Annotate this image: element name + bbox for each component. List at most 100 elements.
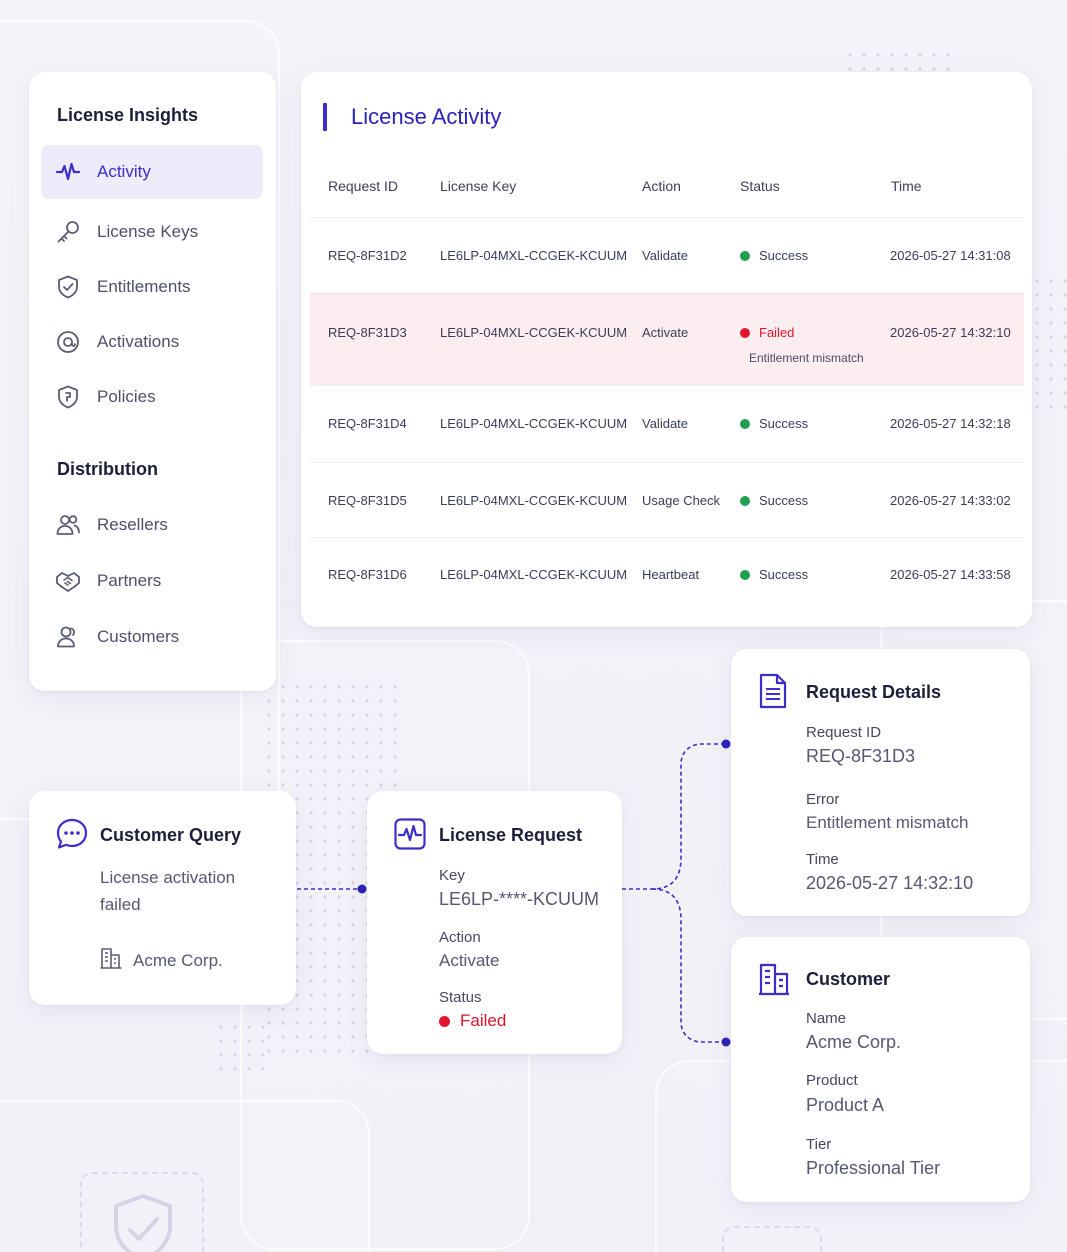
chat-bubble-icon <box>55 817 89 851</box>
key-label: Key <box>439 867 465 884</box>
timestamp: 2026-05-27 14:33:02 <box>890 493 1011 508</box>
license-request-card[interactable]: License Request Key LE6LP-****-KCUUM Act… <box>367 791 622 1054</box>
tier-label: Tier <box>806 1136 832 1153</box>
status-badge: Success <box>740 567 808 582</box>
status-dot <box>740 328 750 338</box>
query-message: License activation <box>100 868 236 887</box>
status-badge: Success <box>740 493 808 508</box>
sidebar-item-entitlements[interactable]: Entitlements <box>41 260 263 314</box>
sidebar-item-label: Entitlements <box>97 277 191 296</box>
license-key: LE6LP-04MXL-CCGEK-KCUUM <box>440 416 628 431</box>
status-label: Status <box>439 989 482 1006</box>
column-header-request-id[interactable]: Request ID <box>328 178 398 194</box>
sidebar-item-label: Partners <box>97 571 162 590</box>
timestamp: 2026-05-27 14:32:18 <box>890 416 1011 431</box>
request-details-card[interactable]: Request Details Request ID REQ-8F31D3 Er… <box>731 649 1030 916</box>
timestamp: 2026-05-27 14:33:58 <box>890 567 1011 582</box>
status-badge: Failed <box>740 325 794 340</box>
license-activity-panel: License Activity Request ID License Key … <box>301 72 1032 627</box>
activity-pulse-icon <box>55 159 81 185</box>
building-icon <box>758 962 790 996</box>
handshake-icon <box>55 568 81 594</box>
action: Validate <box>642 248 689 263</box>
card-title: Customer <box>806 969 891 989</box>
request-id: REQ-8F31D2 <box>328 248 407 263</box>
license-key: LE6LP-04MXL-CCGEK-KCUUM <box>440 325 628 340</box>
timestamp: 2026-05-27 14:32:10 <box>890 325 1011 340</box>
sidebar: License Insights Activity License Keys E… <box>29 72 276 691</box>
sidebar-item-label: Policies <box>97 387 156 406</box>
panel-title: License Activity <box>351 104 502 129</box>
column-header-license-key[interactable]: License Key <box>440 178 516 194</box>
sidebar-item-label: Activity <box>97 162 151 181</box>
sidebar-section-distribution: Distribution <box>57 459 158 479</box>
status-badge: Failed <box>439 1011 506 1031</box>
action: Validate <box>642 416 689 431</box>
column-header-action[interactable]: Action <box>642 178 681 194</box>
sidebar-item-license-keys[interactable]: License Keys <box>41 205 263 259</box>
sidebar-item-label: Customers <box>97 627 180 646</box>
request-id-value: REQ-8F31D3 <box>806 746 916 766</box>
name-label: Name <box>806 1010 847 1027</box>
company-name: Acme Corp. <box>133 951 223 970</box>
license-key: LE6LP-04MXL-CCGEK-KCUUM <box>440 567 628 582</box>
status-badge: Success <box>740 248 808 263</box>
product-label: Product <box>806 1072 858 1089</box>
request-id: REQ-8F31D6 <box>328 567 407 582</box>
card-title: Customer Query <box>100 825 242 845</box>
shield-check-icon <box>55 274 81 300</box>
title-accent-bar <box>323 103 327 131</box>
sidebar-item-label: Resellers <box>97 515 168 534</box>
license-key: LE6LP-04MXL-CCGEK-KCUUM <box>440 493 628 508</box>
request-id: REQ-8F31D3 <box>328 325 407 340</box>
sidebar-item-policies[interactable]: Policies <box>41 370 263 424</box>
customer-query-card[interactable]: Customer Query License activation failed… <box>29 791 296 1005</box>
status-dot <box>740 496 750 506</box>
request-id-label: Request ID <box>806 724 882 741</box>
error-label: Error <box>806 791 840 808</box>
table-row-failed[interactable]: REQ-8F31D3 LE6LP-04MXL-CCGEK-KCUUM Activ… <box>310 293 1024 385</box>
tier-value: Professional Tier <box>806 1158 941 1178</box>
action-value: Activate <box>439 951 500 970</box>
license-key: LE6LP-04MXL-CCGEK-KCUUM <box>440 248 628 263</box>
sidebar-item-resellers[interactable]: Resellers <box>41 498 263 552</box>
sidebar-item-activations[interactable]: Activations <box>41 315 263 369</box>
time-label: Time <box>806 851 839 868</box>
status-badge: Success <box>740 416 808 431</box>
card-title: License Request <box>439 825 583 845</box>
action-label: Action <box>439 929 481 946</box>
request-id: REQ-8F31D5 <box>328 493 407 508</box>
customer-card[interactable]: Customer Name Acme Corp. Product Product… <box>731 937 1030 1202</box>
error-note: Entitlement mismatch <box>749 351 864 365</box>
building-icon <box>99 946 123 970</box>
product-value: Product A <box>806 1095 885 1115</box>
document-icon <box>758 673 788 709</box>
sidebar-item-partners[interactable]: Partners <box>41 554 263 608</box>
time-value: 2026-05-27 14:32:10 <box>806 873 974 893</box>
table-row[interactable]: REQ-8F31D5 LE6LP-04MXL-CCGEK-KCUUM Usage… <box>310 462 1024 537</box>
card-title: Request Details <box>806 682 942 702</box>
status-dot <box>439 1016 450 1027</box>
table-row[interactable]: REQ-8F31D2 LE6LP-04MXL-CCGEK-KCUUM Valid… <box>310 217 1024 293</box>
query-message: failed <box>100 895 141 914</box>
key-icon <box>55 219 81 245</box>
table-row[interactable]: REQ-8F31D4 LE6LP-04MXL-CCGEK-KCUUM Valid… <box>310 385 1024 462</box>
table-row[interactable]: REQ-8F31D6 LE6LP-04MXL-CCGEK-KCUUM Heart… <box>310 537 1024 611</box>
sidebar-item-label: License Keys <box>97 222 199 241</box>
sidebar-item-activity[interactable]: Activity <box>41 145 263 199</box>
masked-license-key: LE6LP-****-KCUUM <box>439 889 600 909</box>
sidebar-item-customers[interactable]: Customers <box>41 610 263 664</box>
activity-monitor-icon <box>393 817 427 851</box>
action: Activate <box>642 325 689 340</box>
sidebar-item-label: Activations <box>97 332 180 351</box>
name-value: Acme Corp. <box>806 1032 902 1052</box>
users-icon <box>55 512 81 538</box>
status-dot <box>740 570 750 580</box>
error-value: Entitlement mismatch <box>806 813 969 832</box>
customers-icon <box>55 624 81 650</box>
status-dot <box>740 251 750 261</box>
sidebar-section-license-insights: License Insights <box>57 105 199 125</box>
request-id: REQ-8F31D4 <box>328 416 407 431</box>
column-header-time[interactable]: Time <box>891 178 922 194</box>
column-header-status[interactable]: Status <box>740 178 780 194</box>
